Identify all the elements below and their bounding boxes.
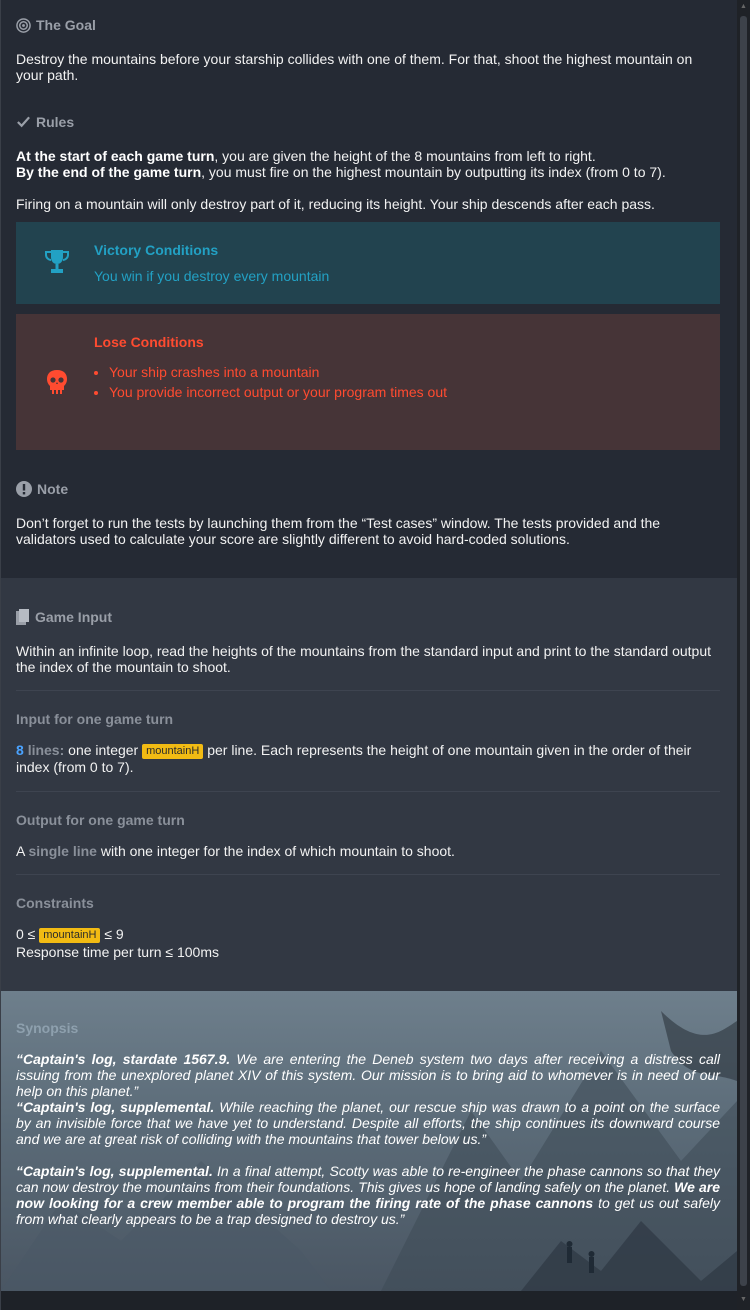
game-input-text: Within an infinite loop, read the height… <box>16 643 711 675</box>
rules-firing-text: Firing on a mountain will only destroy p… <box>16 196 655 212</box>
synopsis-paragraph-3: “Captain's log, supplemental. In a final… <box>16 1163 720 1227</box>
input-count: 8 <box>16 742 24 758</box>
lose-title: Lose Conditions <box>94 334 204 350</box>
log-entry-bold: “Captain's log, stardate 1567.9. <box>16 1051 231 1067</box>
output-b: with one integer for the index of which … <box>100 843 455 859</box>
goal-title: The Goal <box>36 17 96 33</box>
goal-text: Destroy the mountains before your starsh… <box>16 51 693 83</box>
synopsis-paragraph-2: “Captain's log, supplemental. While reac… <box>16 1099 720 1147</box>
scroll-down-arrow-icon[interactable]: ▼ <box>740 1296 747 1304</box>
constraint-1: 0 ≤ mountainH ≤ 9 <box>16 926 721 943</box>
scrollbar-thumb[interactable] <box>740 16 747 1286</box>
synopsis-panel: Synopsis “Captain's log, stardate 1567.9… <box>1 991 737 1291</box>
rules-turn-text: At the start of each game turn, you are … <box>16 148 721 180</box>
constraint-2: Response time per turn ≤ 100ms <box>16 944 219 960</box>
goal-header: The Goal <box>16 17 96 33</box>
input-lines-label: lines: <box>27 742 65 758</box>
output-turn-text: A single line with one integer for the i… <box>16 843 721 859</box>
note-text: Don’t forget to run the tests by launchi… <box>16 515 661 547</box>
synopsis-paragraph-1: “Captain's log, stardate 1567.9. We are … <box>16 1051 720 1099</box>
synopsis-title: Synopsis <box>16 1020 79 1036</box>
exclamation-icon <box>16 481 32 497</box>
bottom-bar <box>1 1291 737 1310</box>
rules-line1-rest: , you are given the height of the 8 moun… <box>214 148 596 164</box>
variable-badge: mountainH <box>39 928 101 943</box>
check-icon <box>17 116 30 128</box>
input-text-a: one integer <box>68 742 139 758</box>
divider <box>16 690 720 691</box>
game-input-title: Game Input <box>35 609 113 625</box>
divider <box>16 791 720 792</box>
note-title: Note <box>37 481 69 497</box>
lose-item: You provide incorrect output or your pro… <box>109 382 447 402</box>
scroll-up-arrow-icon[interactable]: ▲ <box>740 3 747 11</box>
input-turn-title: Input for one game turn <box>16 711 174 727</box>
lose-list: Your ship crashes into a mountain You pr… <box>91 362 447 402</box>
input-turn-text: 8 lines: one integer mountainH per line.… <box>16 742 721 775</box>
rules-title: Rules <box>36 114 75 130</box>
skull-icon <box>47 370 67 394</box>
lose-conditions-box: Lose Conditions Your ship crashes into a… <box>16 314 720 450</box>
output-a: A <box>16 843 25 859</box>
victory-conditions-box: Victory Conditions You win if you destro… <box>16 222 720 304</box>
document-icon <box>16 609 29 625</box>
rules-header: Rules <box>16 114 74 130</box>
output-single-line: single line <box>28 843 97 859</box>
log-entry-bold: “Captain's log, supplemental. <box>16 1099 215 1115</box>
output-turn-title: Output for one game turn <box>16 812 185 828</box>
note-header: Note <box>16 481 68 497</box>
divider <box>16 874 720 875</box>
constraint1-b: ≤ 9 <box>104 926 124 942</box>
victory-text: You win if you destroy every mountain <box>94 268 330 284</box>
rules-line2-bold: By the end of the game turn <box>16 164 202 180</box>
rules-line1-bold: At the start of each game turn <box>16 148 215 164</box>
rules-line2-rest: , you must fire on the highest mountain … <box>201 164 666 180</box>
game-input-header: Game Input <box>16 609 112 625</box>
lose-item: Your ship crashes into a mountain <box>109 362 447 382</box>
target-icon <box>16 17 31 33</box>
trophy-icon <box>45 250 69 273</box>
constraint1-a: 0 ≤ <box>16 926 36 942</box>
constraints-title: Constraints <box>16 895 94 911</box>
log-entry-bold: “Captain's log, supplemental. <box>16 1163 213 1179</box>
victory-title: Victory Conditions <box>94 242 219 258</box>
variable-badge: mountainH <box>142 744 204 759</box>
